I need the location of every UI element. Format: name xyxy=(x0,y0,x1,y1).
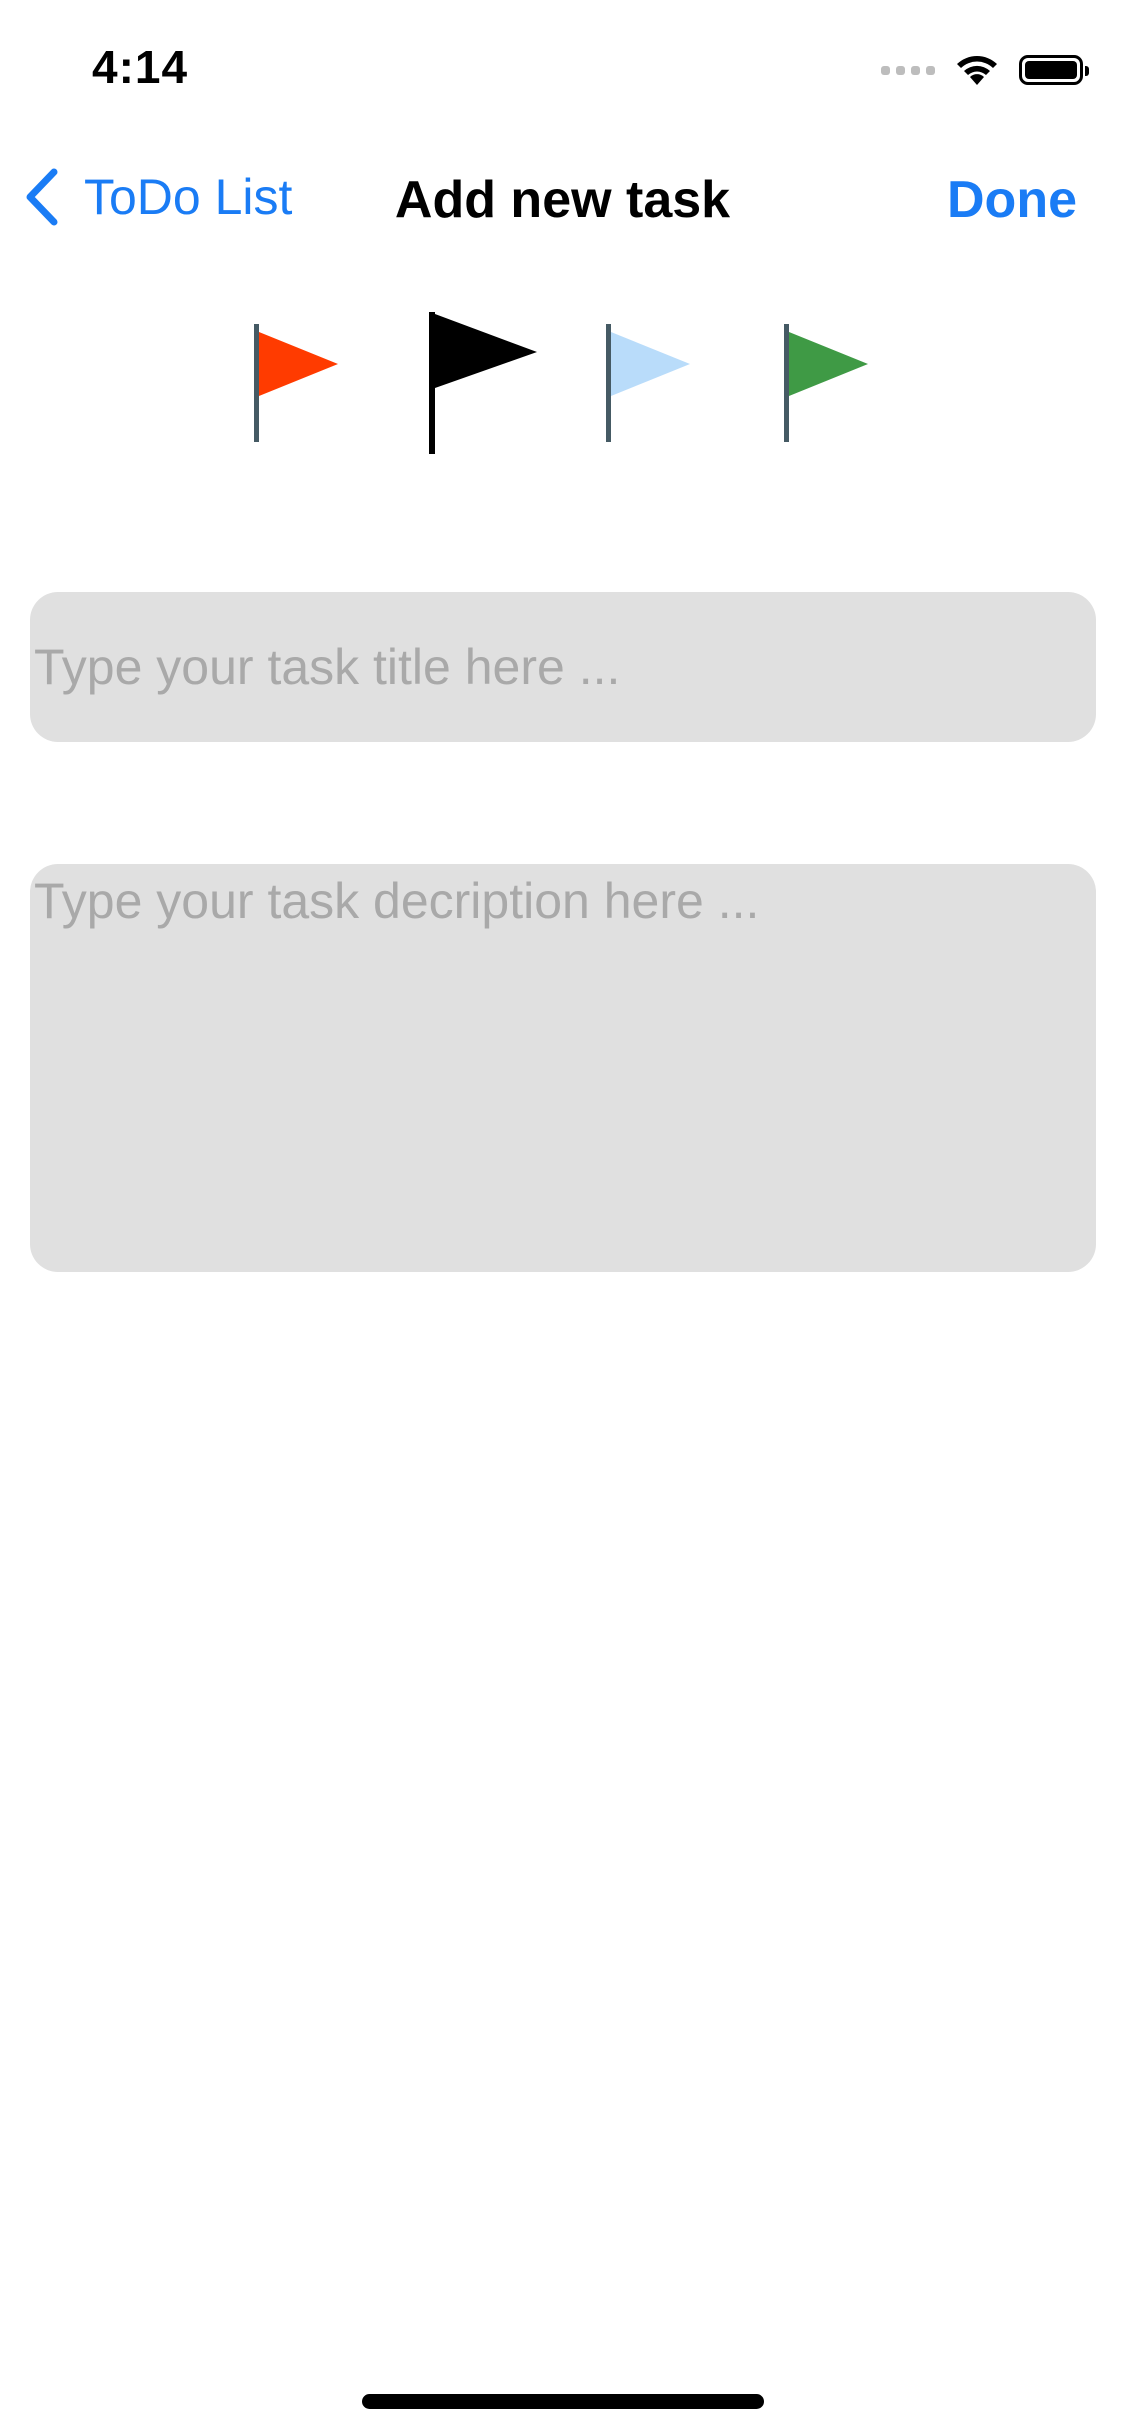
home-indicator xyxy=(362,2394,764,2409)
task-description-input[interactable] xyxy=(30,864,1096,1272)
status-bar: 4:14 xyxy=(0,0,1125,140)
light-blue-flag-icon[interactable] xyxy=(602,320,698,450)
signal-dots-icon xyxy=(881,65,935,75)
status-time: 4:14 xyxy=(92,41,189,93)
done-button[interactable]: Done xyxy=(947,170,1077,230)
wifi-icon xyxy=(957,56,997,85)
green-flag-icon[interactable] xyxy=(780,320,876,450)
status-icons xyxy=(881,50,1089,90)
red-flag-icon[interactable] xyxy=(250,320,346,450)
navigation-bar: ToDo List Add new task Done xyxy=(0,140,1125,260)
black-flag-icon[interactable] xyxy=(425,308,545,458)
priority-flag-picker xyxy=(0,300,1125,470)
battery-icon xyxy=(1019,55,1089,85)
task-title-input[interactable] xyxy=(30,592,1096,742)
